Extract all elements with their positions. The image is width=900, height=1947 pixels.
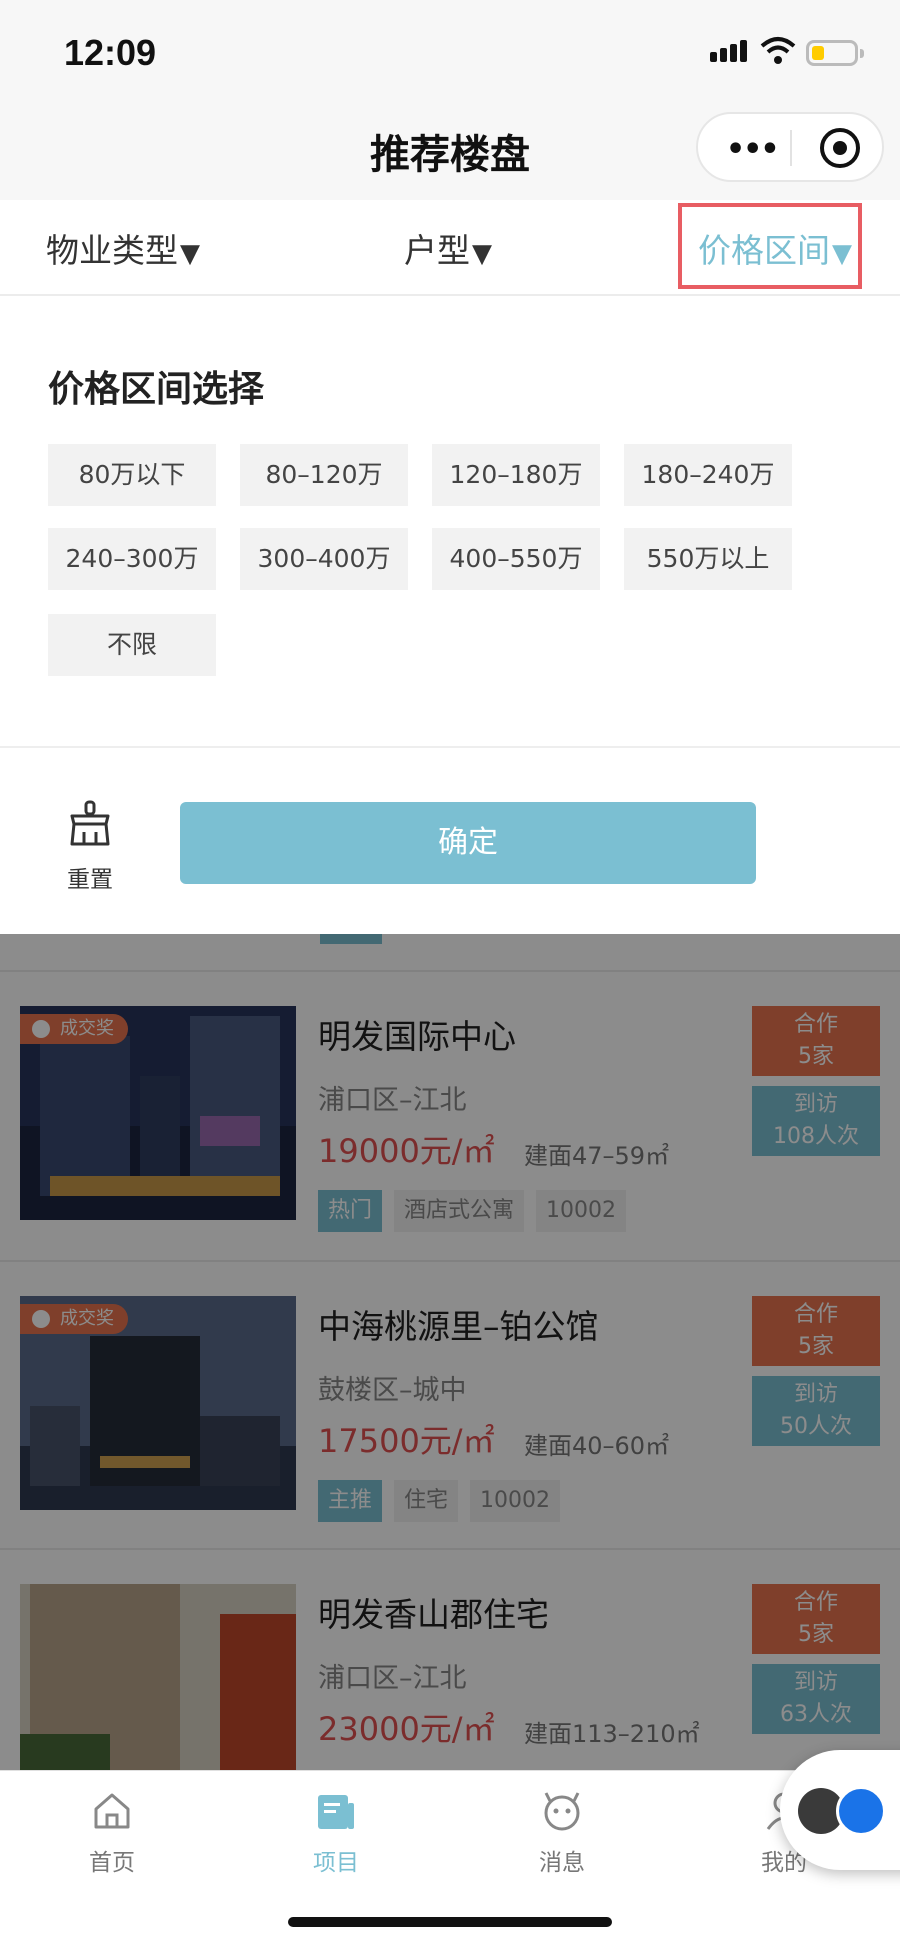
confirm-button[interactable]: 确定 [180, 802, 756, 884]
price-option[interactable]: 80万以下 [48, 444, 216, 506]
price-option[interactable]: 120–180万 [432, 444, 600, 506]
price-option[interactable]: 550万以上 [624, 528, 792, 590]
price-option[interactable]: 240–300万 [48, 528, 216, 590]
badge-label: 合作 [793, 1012, 838, 1037]
list-item[interactable]: 成交奖 明发国际中心 浦口区–江北 19000元/㎡ 建面47–59㎡ 热门 酒店… [0, 970, 900, 1260]
listing-name: 明发香山郡住宅 [318, 1595, 549, 1634]
listing-thumbnail: 成交奖 [20, 1006, 296, 1220]
mini-program-capsule: ••• [696, 112, 884, 182]
badge-label: 合作 [793, 1302, 838, 1327]
badge-value: 5家 [798, 1334, 834, 1359]
reset-button[interactable]: 重置 [56, 800, 124, 894]
message-icon [544, 1792, 580, 1831]
listing-name: 明发国际中心 [318, 1017, 516, 1056]
listing-price: 17500元/㎡ [318, 1422, 495, 1460]
listing-tags: 热门 酒店式公寓 10002 [318, 1190, 638, 1232]
tab-project[interactable]: 项目 [276, 1789, 396, 1877]
listing-tags: 主推 住宅 10002 [318, 1480, 572, 1522]
award-label: 成交奖 [60, 1308, 114, 1329]
wifi-icon [760, 37, 796, 64]
visit-badge: 到访 63人次 [752, 1664, 880, 1734]
badge-value: 50人次 [780, 1414, 852, 1439]
badge-label: 到访 [793, 1670, 838, 1695]
broom-icon [70, 800, 110, 846]
reset-label: 重置 [67, 867, 113, 893]
home-indicator [288, 1917, 612, 1927]
floating-shortcut[interactable] [780, 1750, 900, 1870]
home-icon [94, 1793, 130, 1829]
cooperation-badge: 合作 5家 [752, 1584, 880, 1654]
award-badge: 成交奖 [20, 1014, 128, 1044]
signal-icon [710, 40, 750, 62]
chevron-down-icon: ▼ [180, 239, 200, 269]
price-option[interactable]: 180–240万 [624, 444, 792, 506]
capsule-divider [790, 130, 792, 166]
project-icon [318, 1795, 354, 1829]
award-badge: 成交奖 [20, 1304, 128, 1334]
tag: 热门 [318, 1190, 383, 1232]
app-store-icon [836, 1786, 886, 1836]
tab-home[interactable]: 首页 [52, 1789, 172, 1877]
visit-badge: 到访 108人次 [752, 1086, 880, 1156]
tab-message[interactable]: 消息 [502, 1789, 622, 1877]
filter-tab-layout[interactable]: 户型▼ [404, 224, 492, 272]
tab-label: 项目 [313, 1850, 359, 1876]
listing-size: 建面40–60㎡ [524, 1432, 670, 1460]
listing-price: 19000元/㎡ [318, 1132, 495, 1170]
listing-list: 成交奖 明发国际中心 浦口区–江北 19000元/㎡ 建面47–59㎡ 热门 酒店… [0, 934, 900, 1770]
listing-area: 浦口区–江北 [318, 1663, 467, 1694]
tag: 主推 [318, 1480, 383, 1522]
filter-tab-label: 物业类型 [46, 231, 178, 270]
badge-value: 5家 [798, 1622, 834, 1647]
price-option[interactable]: 80–120万 [240, 444, 408, 506]
award-label: 成交奖 [60, 1018, 114, 1039]
tag: 酒店式公寓 [394, 1190, 525, 1232]
price-option[interactable]: 不限 [48, 614, 216, 676]
listing-size: 建面47–59㎡ [524, 1142, 670, 1170]
filter-bar: 物业类型▼ 户型▼ 价格区间▼ [0, 200, 900, 296]
listing-thumbnail: 成交奖 [20, 1296, 296, 1510]
price-range-panel: 价格区间选择 80万以下 80–120万 120–180万 180–240万 2… [0, 298, 900, 744]
nav-bar: 推荐楼盘 ••• [0, 100, 900, 200]
status-bar: 12:09 [0, 0, 900, 100]
panel-title: 价格区间选择 [48, 369, 265, 410]
more-dots-icon[interactable]: ••• [726, 132, 780, 167]
status-time: 12:09 [64, 32, 157, 73]
cooperation-badge: 合作 5家 [752, 1006, 880, 1076]
cooperation-badge: 合作 5家 [752, 1296, 880, 1366]
building-image [20, 1584, 296, 1770]
filter-tab-label: 户型 [404, 231, 470, 270]
price-option[interactable]: 400–550万 [432, 528, 600, 590]
visit-badge: 到访 50人次 [752, 1376, 880, 1446]
highlight-box [678, 203, 862, 289]
listing-size: 建面113–210㎡ [524, 1720, 700, 1748]
badge-label: 到访 [793, 1092, 838, 1117]
badge-value: 63人次 [780, 1702, 852, 1727]
previous-tag [320, 934, 382, 944]
badge-value: 5家 [798, 1044, 834, 1069]
panel-actions: 重置 确定 [0, 746, 900, 934]
badge-label: 到访 [793, 1382, 838, 1407]
badge-label: 合作 [793, 1590, 838, 1615]
battery-icon [806, 40, 864, 66]
listing-area: 浦口区–江北 [318, 1085, 467, 1116]
list-item[interactable]: 明发香山郡住宅 浦口区–江北 23000元/㎡ 建面113–210㎡ 合作 5家 … [0, 1548, 900, 1770]
list-item[interactable]: 成交奖 中海桃源里–铂公馆 鼓楼区–城中 17500元/㎡ 建面40–60㎡ 主… [0, 1260, 900, 1550]
listing-name: 中海桃源里–铂公馆 [318, 1307, 599, 1346]
tag: 10002 [536, 1190, 627, 1232]
listing-thumbnail [20, 1584, 296, 1770]
tab-label: 消息 [539, 1850, 585, 1876]
listing-area: 鼓楼区–城中 [318, 1375, 467, 1406]
tab-label: 首页 [89, 1850, 135, 1876]
price-option[interactable]: 300–400万 [240, 528, 408, 590]
filter-tab-property-type[interactable]: 物业类型▼ [46, 224, 200, 272]
chevron-down-icon: ▼ [472, 239, 492, 269]
tag: 10002 [470, 1480, 561, 1522]
target-icon[interactable] [820, 128, 860, 168]
badge-value: 108人次 [773, 1124, 859, 1149]
listing-price: 23000元/㎡ [318, 1710, 495, 1748]
tag: 住宅 [394, 1480, 459, 1522]
